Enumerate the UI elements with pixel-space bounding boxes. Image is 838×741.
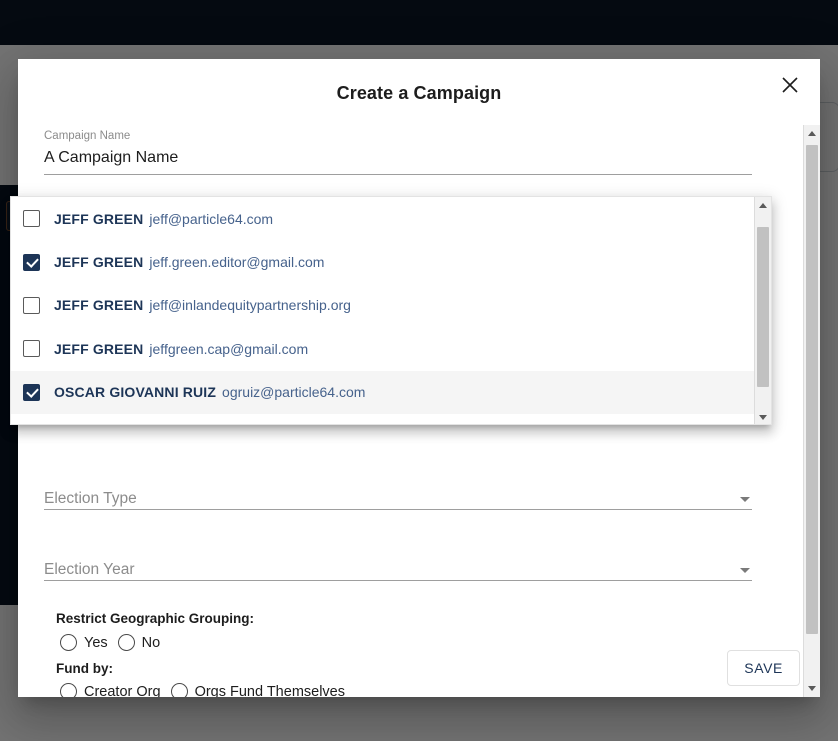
election-type-underline	[44, 509, 752, 510]
checkbox-icon[interactable]	[23, 296, 40, 314]
dropdown-option[interactable]	[11, 413, 756, 424]
dropdown-option-list[interactable]: JEFF GREEN jeff@particle64.com JEFF GREEN j…	[11, 197, 756, 424]
save-button[interactable]: SAVE	[727, 650, 800, 686]
chevron-down-icon[interactable]	[740, 568, 750, 573]
app-root: Create a Campaign Campaign Name A Campai…	[0, 0, 838, 741]
dialog-scrollbar[interactable]	[803, 125, 820, 697]
election-year-placeholder: Election Year	[44, 561, 135, 578]
scroll-down-arrow-icon[interactable]	[755, 409, 771, 424]
scroll-up-arrow-icon[interactable]	[804, 125, 820, 142]
chevron-down-icon[interactable]	[740, 497, 750, 502]
close-icon[interactable]	[774, 69, 806, 101]
election-type-select[interactable]: Election Type	[44, 483, 752, 510]
restrict-geo-heading: Restrict Geographic Grouping:	[56, 611, 255, 626]
dropdown-option-email: jeff.green.editor@gmail.com	[149, 254, 325, 271]
org-multiselect-dropdown[interactable]: JEFF GREEN jeff@particle64.com JEFF GREEN j…	[10, 196, 772, 425]
dropdown-option[interactable]: JEFF GREEN jeff.green.editor@gmail.com	[11, 240, 756, 284]
checkbox-icon[interactable]	[23, 210, 40, 228]
election-year-underline	[44, 580, 752, 581]
dropdown-option-email: jeff@particle64.com	[149, 210, 274, 227]
dropdown-option-name: JEFF GREEN	[54, 340, 144, 357]
election-type-placeholder: Election Type	[44, 490, 137, 507]
checkbox-checked-icon[interactable]	[23, 383, 40, 401]
dropdown-scrollbar[interactable]	[754, 197, 771, 424]
dropdown-option-name: JEFF GREEN	[54, 254, 144, 271]
dropdown-option[interactable]: OSCAR GIOVANNI RUIZ ogruiz@particle64.com	[11, 370, 756, 414]
dropdown-option-name: JEFF GREEN	[54, 210, 144, 227]
campaign-name-label: Campaign Name	[44, 130, 131, 142]
dropdown-option-email: jeff@inlandequitypartnership.org	[149, 297, 351, 314]
dropdown-option[interactable]: JEFF GREEN jeff@inlandequitypartnership.o…	[11, 283, 756, 328]
dropdown-scrollbar-thumb[interactable]	[757, 227, 769, 387]
page-title: Create a Campaign	[336, 83, 502, 103]
dropdown-option-email: jeffgreen.cap@gmail.com	[149, 340, 309, 357]
campaign-name-input[interactable]: A Campaign Name	[44, 143, 752, 171]
checkbox-checked-icon[interactable]	[23, 253, 40, 271]
dropdown-option[interactable]: JEFF GREEN jeffgreen.cap@gmail.com	[11, 327, 756, 371]
scroll-up-arrow-icon[interactable]	[755, 197, 771, 214]
campaign-name-underline	[44, 174, 752, 175]
dropdown-option-name: JEFF GREEN	[54, 297, 144, 314]
campaign-name-field[interactable]: Campaign Name A Campaign Name	[44, 129, 752, 175]
election-year-select[interactable]: Election Year	[44, 554, 752, 581]
dropdown-option[interactable]: JEFF GREEN jeff@particle64.com	[11, 197, 756, 241]
checkbox-icon[interactable]	[23, 340, 40, 358]
dialog-scrollbar-thumb[interactable]	[806, 145, 818, 634]
dropdown-option-name: OSCAR GIOVANNI RUIZ	[54, 384, 217, 401]
dropdown-option-email: ogruiz@particle64.com	[222, 384, 366, 401]
dialog-footer: SAVE	[18, 639, 820, 697]
